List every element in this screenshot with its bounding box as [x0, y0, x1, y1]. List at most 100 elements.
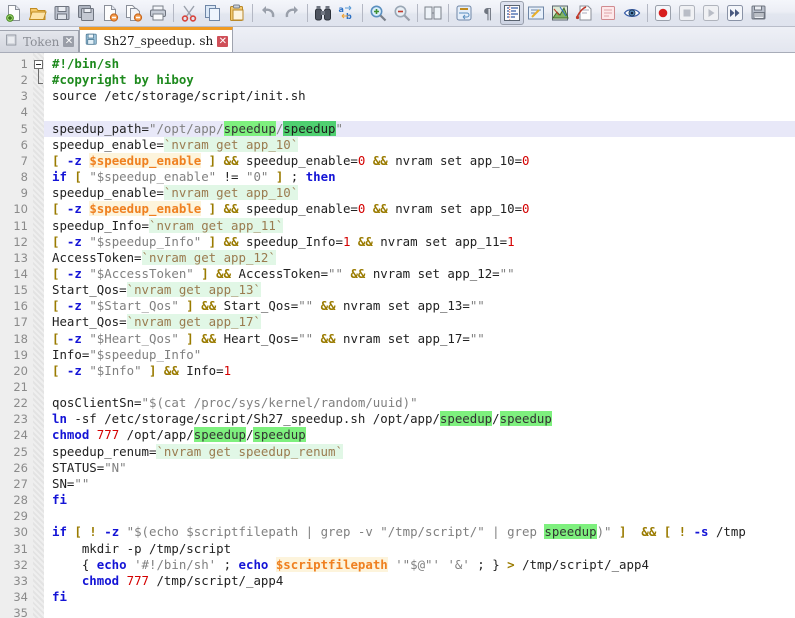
code-token: 1 — [507, 234, 514, 249]
code-token — [313, 298, 320, 313]
code-line[interactable]: qosClientSn="$(cat /proc/sys/kernel/rand… — [44, 395, 795, 411]
code-line[interactable]: [ -z "$speedup_Info" ] && speedup_Info=1… — [44, 234, 795, 250]
code-line[interactable]: STATUS="N" — [44, 460, 795, 476]
sync-vertical-scroll-button[interactable] — [421, 1, 445, 25]
code-line[interactable]: [ -z $speedup_enable ] && speedup_enable… — [44, 201, 795, 217]
code-line[interactable]: Start_Qos=`nvram get app_13` — [44, 282, 795, 298]
paste-button[interactable] — [225, 1, 249, 25]
code-line[interactable] — [44, 104, 795, 120]
code-line[interactable]: #!/bin/sh — [44, 56, 795, 72]
open-file-button[interactable] — [26, 1, 50, 25]
code-area[interactable]: #!/bin/sh#copyright by hiboysource /etc/… — [44, 53, 795, 618]
code-line[interactable]: chmod 777 /opt/app/speedup/speedup — [44, 427, 795, 443]
run-macro-multiple-times-button[interactable] — [723, 1, 747, 25]
code-line[interactable]: chmod 777 /tmp/script/_app4 — [44, 573, 795, 589]
code-line[interactable]: [ -z "$Info" ] && Info=1 — [44, 363, 795, 379]
code-line[interactable]: [ -z "$Start_Qos" ] && Start_Qos="" && n… — [44, 298, 795, 314]
code-line[interactable]: { echo '#!/bin/sh' ; echo $scriptfilepat… — [44, 557, 795, 573]
zoom-out-button[interactable] — [390, 1, 414, 25]
code-line[interactable]: fi — [44, 589, 795, 605]
code-line[interactable]: speedup_enable=`nvram get app_10` — [44, 137, 795, 153]
code-line[interactable]: #copyright by hiboy — [44, 72, 795, 88]
code-token — [365, 153, 372, 168]
code-line[interactable]: if [ "$speedup_enable" != "0" ] ; then — [44, 169, 795, 185]
code-token: speedup_enable= — [239, 153, 358, 168]
code-line[interactable]: if [ ! -z "$(echo $scriptfilepath | grep… — [44, 524, 795, 540]
code-line[interactable] — [44, 508, 795, 524]
save-button[interactable] — [50, 1, 74, 25]
print-button[interactable] — [146, 1, 170, 25]
line-number: 16 — [0, 298, 28, 314]
sync-vertical-icon — [424, 4, 442, 22]
code-token: "$(cat /proc/sys/kernel/random/uuid)" — [142, 395, 418, 410]
code-line[interactable]: speedup_path="/opt/app/speedup/speedup" — [44, 121, 795, 137]
code-line[interactable]: SN="" — [44, 476, 795, 492]
save-macro-button[interactable] — [747, 1, 771, 25]
code-token: 777 — [127, 573, 149, 588]
line-number: 12 — [0, 234, 28, 250]
code-token: "$Heart_Qos" — [89, 331, 179, 346]
code-token: [ — [52, 234, 67, 249]
code-line[interactable]: [ -z "$Heart_Qos" ] && Heart_Qos="" && n… — [44, 331, 795, 347]
monitoring-button[interactable] — [620, 1, 644, 25]
code-token: && — [164, 363, 179, 378]
save-all-button[interactable] — [74, 1, 98, 25]
start-recording-macro-button[interactable] — [651, 1, 675, 25]
code-line[interactable]: fi — [44, 492, 795, 508]
find-button[interactable] — [311, 1, 335, 25]
tab-label: Sh27_speedup. sh — [103, 34, 213, 48]
code-token — [119, 524, 126, 539]
code-token: "0" — [246, 169, 268, 184]
code-line[interactable]: speedup_renum=`nvram get speedup_renum` — [44, 444, 795, 460]
tab-close-button[interactable]: ✕ — [63, 36, 74, 47]
user-defined-language-button[interactable] — [548, 1, 572, 25]
word-wrap-button[interactable] — [452, 1, 476, 25]
tab-close-button[interactable]: ✕ — [217, 36, 228, 47]
cut-button[interactable] — [177, 1, 201, 25]
code-line[interactable]: [ -z $speedup_enable ] && speedup_enable… — [44, 153, 795, 169]
close-file-button[interactable] — [98, 1, 122, 25]
code-line[interactable]: Heart_Qos=`nvram get app_17` — [44, 314, 795, 330]
code-token: -p /tmp/script — [119, 541, 231, 556]
fold-collapse-toggle[interactable] — [34, 60, 43, 69]
line-number: 3 — [0, 88, 28, 104]
code-line[interactable]: source /etc/storage/script/init.sh — [44, 88, 795, 104]
fold-margin[interactable] — [33, 53, 44, 618]
code-line[interactable]: speedup_Info=`nvram get app_11` — [44, 218, 795, 234]
code-token — [89, 427, 96, 442]
function-list-button[interactable] — [596, 1, 620, 25]
document-map-button[interactable] — [572, 1, 596, 25]
tab-0[interactable]: Token✕ — [0, 30, 79, 52]
toolbar-separator — [448, 4, 449, 22]
code-editor[interactable]: 1234567891011121314151617181920212223242… — [0, 53, 795, 618]
code-line[interactable]: mkdir -p /tmp/script — [44, 541, 795, 557]
new-file-button[interactable] — [2, 1, 26, 25]
scissors-icon — [180, 4, 198, 22]
show-all-characters-button[interactable]: ¶ — [476, 1, 500, 25]
toolbar-separator — [417, 4, 418, 22]
close-all-files-button[interactable] — [122, 1, 146, 25]
code-line[interactable]: [ -z "$AccessToken" ] && AccessToken="" … — [44, 266, 795, 282]
copy-button[interactable] — [201, 1, 225, 25]
zoom-in-button[interactable] — [366, 1, 390, 25]
play-macro-button[interactable] — [699, 1, 723, 25]
tab-1[interactable]: Sh27_speedup. sh ✕ — [79, 27, 233, 52]
undo-button[interactable] — [256, 1, 280, 25]
document-map-icon — [575, 4, 593, 22]
code-line[interactable]: ln -sf /etc/storage/script/Sh27_speedup.… — [44, 411, 795, 427]
replace-button[interactable]: ab — [335, 1, 359, 25]
line-number: 18 — [0, 331, 28, 347]
code-line[interactable]: AccessToken=`nvram get app_12` — [44, 250, 795, 266]
show-indent-guide-button[interactable] — [500, 1, 524, 25]
code-token: echo — [239, 557, 269, 572]
show-wrap-symbol-button[interactable] — [524, 1, 548, 25]
code-token — [216, 234, 223, 249]
stop-recording-macro-button[interactable] — [675, 1, 699, 25]
code-line[interactable] — [44, 605, 795, 618]
code-line[interactable]: Info="$speedup_Info" — [44, 347, 795, 363]
code-line[interactable] — [44, 379, 795, 395]
code-token: $speedup_enable — [89, 201, 201, 216]
line-number: 19 — [0, 347, 28, 363]
code-line[interactable]: speedup_enable=`nvram get app_10` — [44, 185, 795, 201]
redo-button[interactable] — [280, 1, 304, 25]
